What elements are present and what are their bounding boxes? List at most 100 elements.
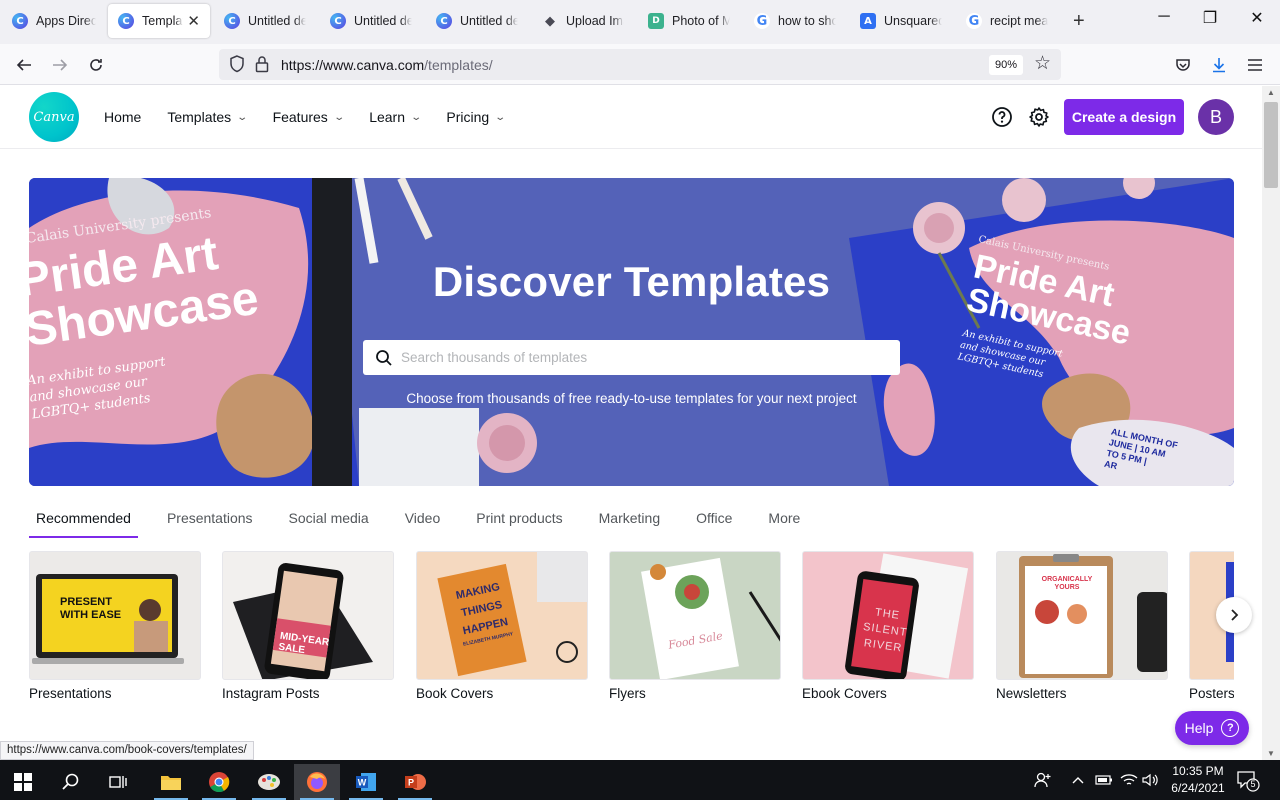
card-title[interactable]: Flyers — [609, 686, 781, 701]
unsquared-icon: A — [860, 13, 876, 29]
help-button[interactable]: Help ? — [1175, 711, 1249, 745]
tab-marketing[interactable]: Marketing — [592, 508, 667, 538]
windows-start-icon[interactable] — [0, 764, 46, 800]
browser-tab[interactable]: G how to show — [744, 2, 846, 40]
url-text[interactable]: https://www.canva.com/templates/ — [281, 57, 493, 73]
browser-tab[interactable]: C Untitled design — [426, 2, 528, 40]
tab-video[interactable]: Video — [398, 508, 448, 538]
flyer-image — [641, 557, 780, 679]
canva-icon: C — [330, 13, 346, 29]
template-card-newsletters[interactable]: ORGANICALLY YOURS Newsletters — [996, 551, 1168, 701]
zoom-level[interactable]: 90% — [989, 55, 1024, 75]
pocket-icon[interactable] — [1170, 52, 1196, 78]
notification-center-icon[interactable]: 5 — [1236, 770, 1260, 797]
card-thumbnail[interactable]: MID-YEAR SALE — [222, 551, 394, 680]
lock-icon[interactable] — [255, 55, 269, 78]
nav-learn[interactable]: Learn ⌄ — [369, 109, 422, 125]
scrollbar-thumb[interactable] — [1264, 102, 1278, 188]
wifi-icon[interactable] — [1120, 760, 1138, 800]
tab-social-media[interactable]: Social media — [282, 508, 376, 538]
restore-icon[interactable]: ❐ — [1187, 8, 1233, 28]
chevron-right-icon — [1231, 609, 1239, 621]
menu-icon[interactable] — [1242, 52, 1268, 78]
template-card-presentations[interactable]: PRESENT WITH EASE Presentations — [29, 551, 201, 701]
bookmark-star-icon[interactable]: ☆ — [1034, 52, 1051, 75]
new-tab-icon[interactable]: + — [1073, 10, 1085, 33]
hero-banner: Calais University presents Pride Art Sho… — [29, 178, 1234, 486]
tab-label: how to show — [778, 14, 836, 28]
forward-icon[interactable] — [47, 52, 73, 78]
browser-tab[interactable]: C Apps Directory — [2, 2, 106, 40]
gear-icon[interactable] — [1028, 106, 1050, 128]
nav-templates[interactable]: Templates ⌄ — [167, 109, 249, 125]
page-scrollbar[interactable]: ▲ ▼ — [1262, 86, 1280, 760]
nav-pricing[interactable]: Pricing ⌄ — [446, 109, 506, 125]
people-icon[interactable] — [1034, 760, 1052, 800]
shield-icon[interactable] — [229, 55, 245, 78]
card-title[interactable]: Book Covers — [416, 686, 588, 701]
close-tab-icon[interactable]: ✕ — [187, 12, 200, 30]
canva-logo[interactable]: Canva — [29, 92, 79, 142]
hero-subtitle: Choose from thousands of free ready-to-u… — [406, 391, 857, 406]
volume-icon[interactable] — [1142, 760, 1158, 800]
tab-more[interactable]: More — [761, 508, 807, 538]
tab-recommended[interactable]: Recommended — [29, 508, 138, 538]
template-card-ebook-covers[interactable]: THE SILENT RIVER Ebook Covers — [802, 551, 974, 701]
tab-label: Templates — [142, 14, 183, 28]
card-title[interactable]: Presentations — [29, 686, 201, 701]
reload-icon[interactable] — [83, 52, 109, 78]
card-thumbnail[interactable]: MAKING THINGS HAPPEN ELIZABETH MURPHY — [416, 551, 588, 680]
back-icon[interactable] — [11, 52, 37, 78]
category-tabs: Recommended Presentations Social media V… — [29, 508, 829, 538]
system-clock[interactable]: 10:35 PM 6/24/2021 — [1158, 763, 1238, 797]
tab-office[interactable]: Office — [689, 508, 739, 538]
file-explorer-icon[interactable] — [148, 764, 194, 800]
downloads-icon[interactable] — [1206, 52, 1232, 78]
tab-print-products[interactable]: Print products — [469, 508, 569, 538]
browser-tab[interactable]: C Untitled design — [320, 2, 422, 40]
browser-tab[interactable]: D Photo of M — [638, 2, 740, 40]
scroll-up-icon[interactable]: ▲ — [1262, 88, 1280, 97]
card-thumbnail[interactable]: THE SILENT RIVER — [802, 551, 974, 680]
paint-icon[interactable] — [246, 764, 292, 800]
minimize-icon[interactable]: ─ — [1141, 8, 1187, 26]
browser-nav-bar: https://www.canva.com/templates/ 90% ☆ — [0, 44, 1280, 85]
card-title[interactable]: Instagram Posts — [222, 686, 394, 701]
create-design-button[interactable]: Create a design — [1064, 99, 1184, 135]
card-title[interactable]: Posters — [1189, 686, 1234, 701]
browser-tab[interactable]: A Unsquared — [850, 2, 952, 40]
browser-tab[interactable]: C Untitled design — [214, 2, 316, 40]
next-arrow-button[interactable] — [1216, 597, 1252, 633]
close-window-icon[interactable]: ✕ — [1234, 8, 1280, 28]
search-input[interactable] — [401, 340, 891, 375]
nav-home[interactable]: Home — [104, 109, 141, 125]
card-thumbnail[interactable]: ORGANICALLY YOURS — [996, 551, 1168, 680]
help-circle-icon[interactable] — [991, 106, 1013, 128]
powerpoint-icon[interactable]: P — [392, 764, 438, 800]
address-bar[interactable]: https://www.canva.com/templates/ 90% ☆ — [219, 49, 1061, 80]
card-title[interactable]: Ebook Covers — [802, 686, 974, 701]
word-icon[interactable]: W — [343, 764, 389, 800]
browser-tab-active[interactable]: C Templates ✕ — [108, 4, 210, 38]
battery-icon[interactable] — [1095, 760, 1113, 800]
card-art-text: THE SILENT RIVER — [860, 603, 911, 657]
template-card-instagram-posts[interactable]: MID-YEAR SALE Instagram Posts — [222, 551, 394, 701]
chrome-icon[interactable] — [196, 764, 242, 800]
nav-features[interactable]: Features ⌄ — [273, 109, 345, 125]
firefox-icon[interactable] — [294, 764, 340, 800]
tab-presentations[interactable]: Presentations — [160, 508, 260, 538]
template-search[interactable] — [363, 340, 900, 375]
card-thumbnail[interactable]: Food Sale — [609, 551, 781, 680]
chevron-down-icon: ⌄ — [236, 111, 249, 123]
template-card-flyers[interactable]: Food Sale Flyers — [609, 551, 781, 701]
scroll-down-icon[interactable]: ▼ — [1262, 749, 1280, 758]
browser-tab[interactable]: ◆ Upload Image — [532, 2, 634, 40]
chevron-up-icon[interactable] — [1072, 760, 1084, 800]
search-icon[interactable] — [48, 764, 94, 800]
template-card-book-covers[interactable]: MAKING THINGS HAPPEN ELIZABETH MURPHY Bo… — [416, 551, 588, 701]
card-title[interactable]: Newsletters — [996, 686, 1168, 701]
browser-tab[interactable]: G recipt mean — [956, 2, 1058, 40]
avatar[interactable]: B — [1198, 99, 1234, 135]
card-thumbnail[interactable]: PRESENT WITH EASE — [29, 551, 201, 680]
task-view-icon[interactable] — [96, 764, 142, 800]
